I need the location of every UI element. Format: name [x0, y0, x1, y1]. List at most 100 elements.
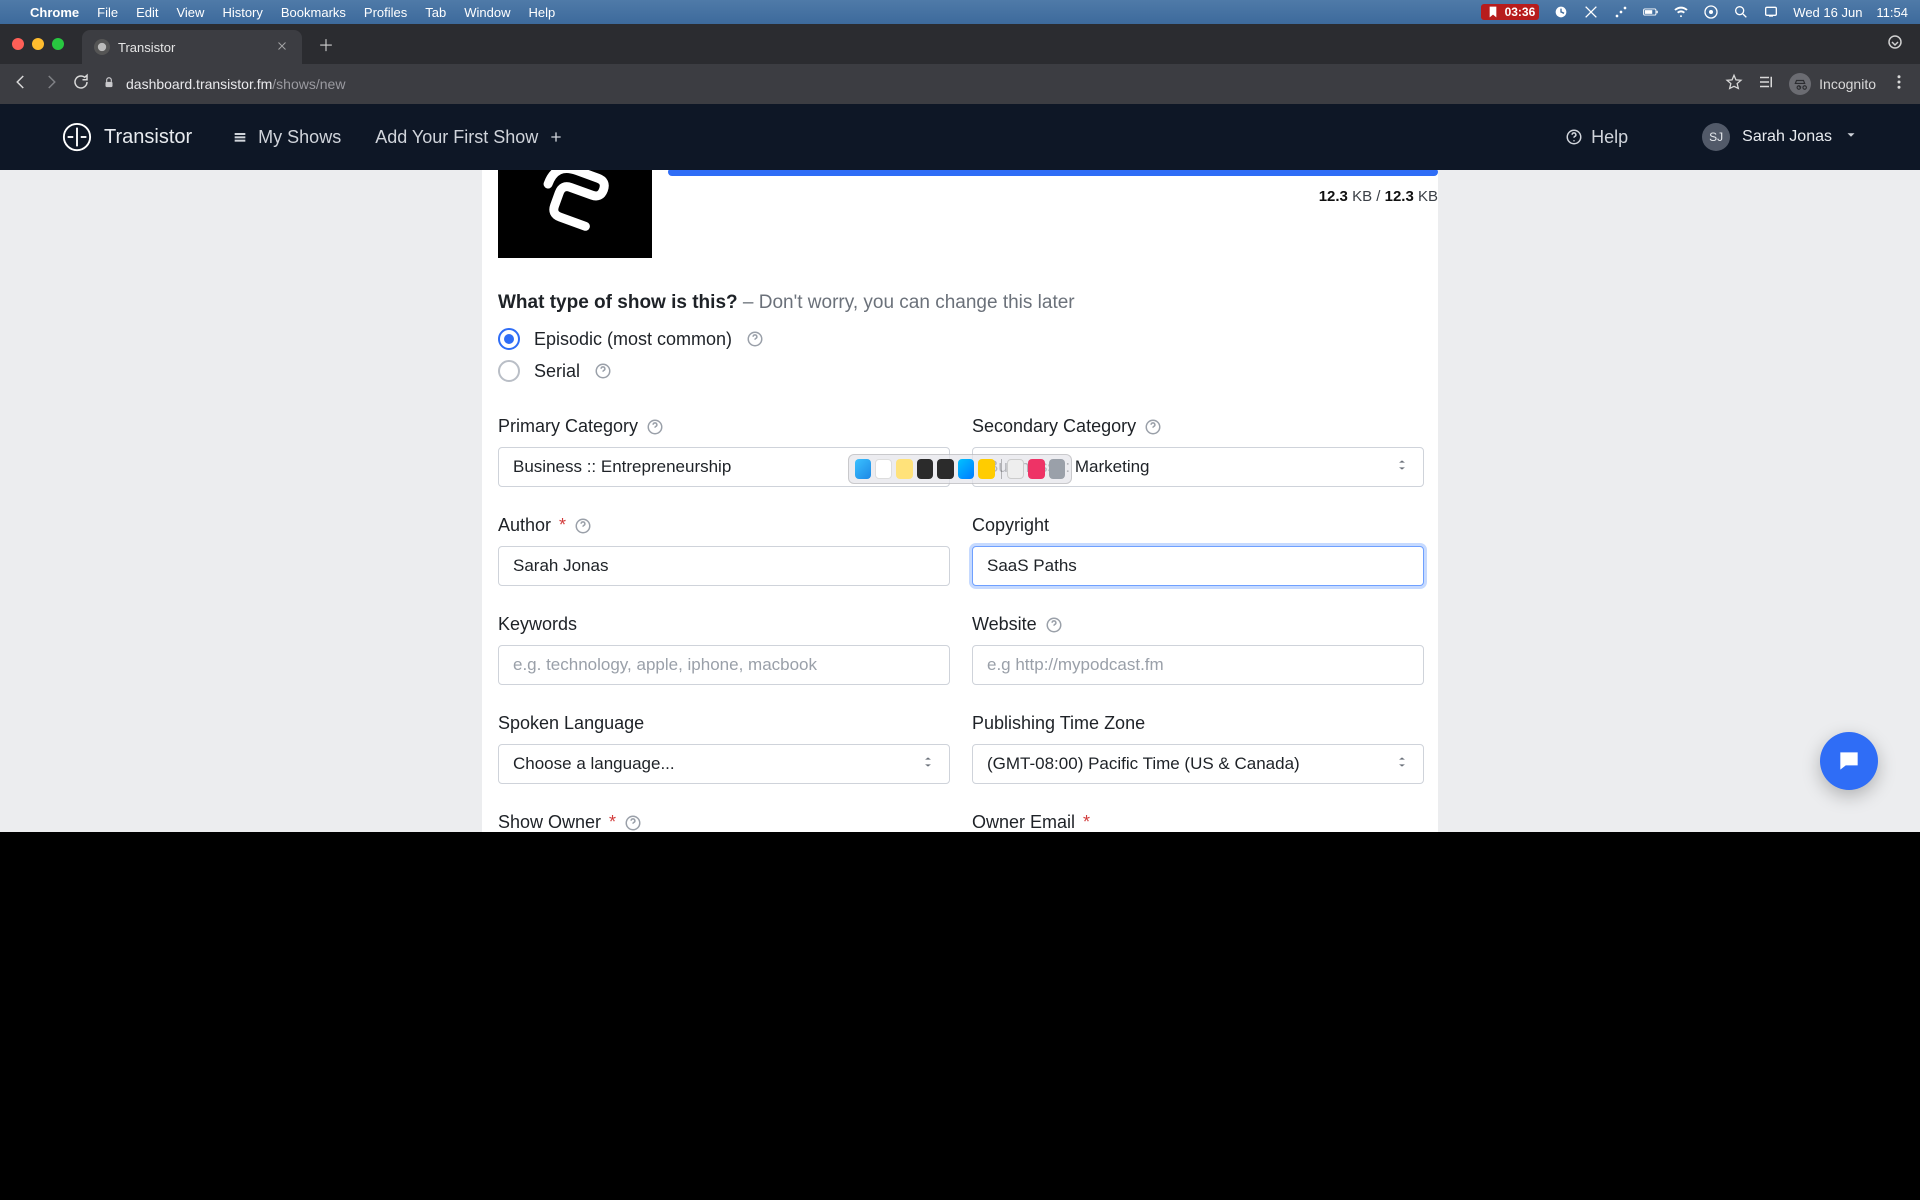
label-timezone: Publishing Time Zone [972, 713, 1145, 734]
spotlight-icon[interactable] [1733, 4, 1749, 20]
window-zoom-icon[interactable] [52, 38, 64, 50]
radio-serial-label: Serial [534, 361, 580, 382]
screen-record-timer[interactable]: 03:36 [1481, 4, 1540, 20]
select-chevron-icon [921, 754, 935, 774]
macos-dock[interactable] [848, 454, 1072, 484]
nav-help[interactable]: Help [1565, 127, 1628, 148]
nav-back-button[interactable] [12, 73, 30, 96]
macos-menubar: Chrome File Edit View History Bookmarks … [0, 0, 1920, 24]
input-keywords[interactable] [498, 645, 950, 685]
radio-episodic-label: Episodic (most common) [534, 329, 732, 350]
user-name: Sarah Jonas [1742, 128, 1832, 146]
dock-app-media[interactable] [1028, 459, 1044, 479]
input-author-text[interactable] [513, 556, 935, 576]
status-icon-1[interactable] [1553, 4, 1569, 20]
nav-help-label: Help [1591, 127, 1628, 148]
dock-trash-icon[interactable] [1049, 459, 1065, 479]
input-copyright[interactable] [972, 546, 1424, 586]
address-bar[interactable]: dashboard.transistor.fm/shows/new [102, 76, 1713, 93]
input-copyright-text[interactable] [987, 556, 1409, 576]
input-website[interactable] [972, 645, 1424, 685]
new-tab-button[interactable]: ＋ [312, 30, 340, 58]
user-avatar: SJ [1702, 123, 1730, 151]
menu-help[interactable]: Help [529, 5, 556, 20]
menu-bookmarks[interactable]: Bookmarks [281, 5, 346, 20]
select-language[interactable]: Choose a language... [498, 744, 950, 784]
label-keywords: Keywords [498, 614, 577, 635]
help-tooltip-icon[interactable] [594, 362, 612, 380]
menubar-app-name[interactable]: Chrome [30, 5, 79, 20]
window-minimize-icon[interactable] [32, 38, 44, 50]
tab-favicon-icon [94, 39, 110, 55]
help-tooltip-icon[interactable] [1045, 616, 1063, 634]
incognito-indicator[interactable]: Incognito [1789, 73, 1876, 95]
dock-app-mail[interactable] [958, 459, 974, 479]
label-secondary-category: Secondary Category [972, 416, 1136, 437]
tab-title: Transistor [118, 40, 175, 55]
menu-window[interactable]: Window [464, 5, 510, 20]
tab-close-icon[interactable] [276, 40, 288, 55]
wifi-icon[interactable] [1673, 4, 1689, 20]
user-menu[interactable]: SJ Sarah Jonas [1702, 123, 1858, 151]
radio-episodic[interactable]: Episodic (most common) [498, 328, 1422, 350]
help-tooltip-icon[interactable] [574, 517, 592, 535]
help-tooltip-icon[interactable] [1144, 418, 1162, 436]
label-website: Website [972, 614, 1037, 635]
dock-app-ide[interactable] [937, 459, 953, 479]
form-card: 12.3 KB / 12.3 KB What type of show is t… [482, 170, 1438, 832]
radio-serial[interactable]: Serial [498, 360, 1422, 382]
dock-app-chrome[interactable] [875, 459, 892, 479]
plus-icon [548, 129, 564, 145]
url-host: dashboard.transistor.fm [126, 76, 272, 92]
chrome-window: Transistor ＋ dashboard.transistor.fm/sho… [0, 24, 1920, 832]
tabstrip-overflow-icon[interactable] [1886, 33, 1904, 56]
brand-logo[interactable]: Transistor [62, 122, 192, 152]
help-tooltip-icon[interactable] [746, 330, 764, 348]
incognito-label: Incognito [1819, 76, 1876, 92]
dock-app-doc[interactable] [1007, 459, 1024, 479]
users-icon[interactable] [1763, 4, 1779, 20]
select-timezone[interactable]: (GMT-08:00) Pacific Time (US & Canada) [972, 744, 1424, 784]
control-center-icon[interactable] [1703, 4, 1719, 20]
status-icon-2[interactable] [1583, 4, 1599, 20]
field-website: Website [972, 614, 1424, 685]
menu-file[interactable]: File [97, 5, 118, 20]
help-tooltip-icon[interactable] [624, 814, 642, 832]
menubar-time[interactable]: 11:54 [1876, 5, 1908, 20]
bookmark-star-icon[interactable] [1725, 73, 1743, 96]
menu-view[interactable]: View [176, 5, 204, 20]
reading-list-icon[interactable] [1757, 73, 1775, 96]
show-artwork-thumbnail[interactable] [498, 170, 652, 258]
menu-edit[interactable]: Edit [136, 5, 158, 20]
status-icon-3[interactable] [1613, 4, 1629, 20]
chrome-menu-icon[interactable] [1890, 73, 1908, 96]
nav-reload-button[interactable] [72, 73, 90, 96]
dock-app-notes[interactable] [896, 459, 912, 479]
dock-app-terminal[interactable] [917, 459, 933, 479]
nav-add-show-label: Add Your First Show [375, 127, 538, 148]
nav-my-shows[interactable]: My Shows [232, 127, 341, 148]
input-website-text[interactable] [987, 655, 1409, 675]
menu-tab[interactable]: Tab [425, 5, 446, 20]
input-author[interactable] [498, 546, 950, 586]
window-controls[interactable] [12, 38, 64, 50]
dock-app-util[interactable] [978, 459, 994, 479]
dock-app-finder[interactable] [855, 459, 871, 479]
menu-profiles[interactable]: Profiles [364, 5, 407, 20]
chat-fab-button[interactable] [1820, 732, 1878, 790]
browser-tab-active[interactable]: Transistor [82, 30, 302, 64]
field-show-owner: Show Owner * [498, 812, 950, 832]
window-close-icon[interactable] [12, 38, 24, 50]
nav-add-show[interactable]: Add Your First Show [375, 127, 564, 148]
field-language: Spoken Language Choose a language... [498, 713, 950, 784]
chat-bubble-icon [1836, 748, 1862, 774]
battery-icon[interactable] [1643, 4, 1659, 20]
select-chevron-icon [1395, 754, 1409, 774]
label-language: Spoken Language [498, 713, 644, 734]
input-keywords-text[interactable] [513, 655, 935, 675]
menu-history[interactable]: History [222, 5, 262, 20]
upload-progress-label: 12.3 KB / 12.3 KB [668, 188, 1438, 205]
chevron-down-icon [1844, 128, 1858, 147]
help-tooltip-icon[interactable] [646, 418, 664, 436]
menubar-date[interactable]: Wed 16 Jun [1793, 5, 1862, 20]
